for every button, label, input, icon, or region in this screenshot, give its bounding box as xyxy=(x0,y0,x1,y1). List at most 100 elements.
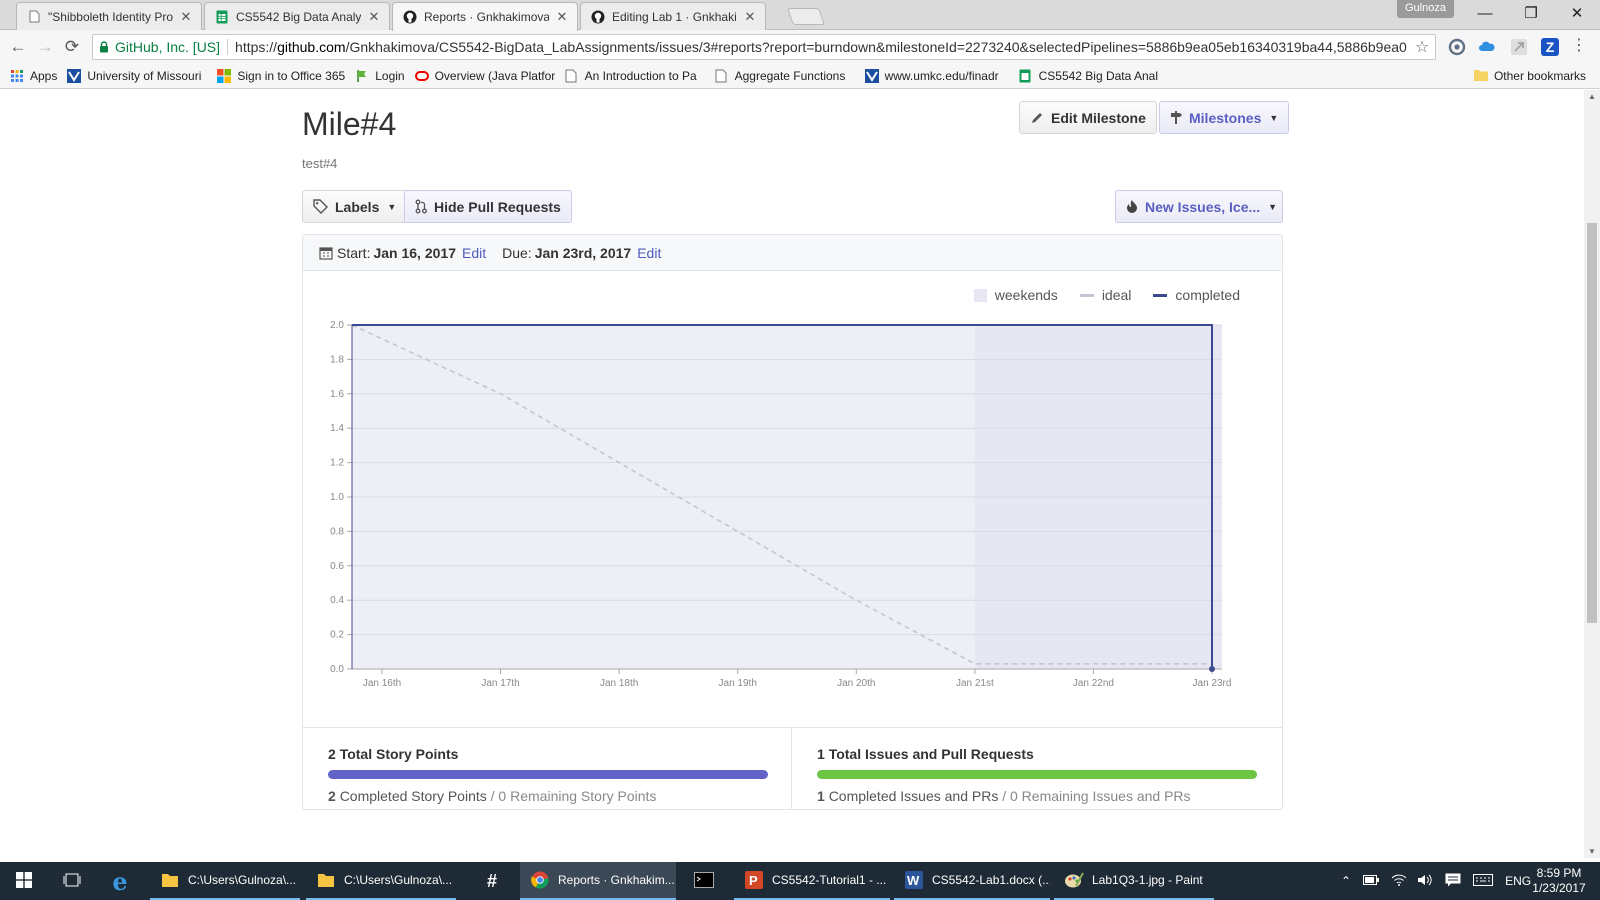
menu-icon[interactable]: ⋮ xyxy=(1570,38,1588,56)
new-tab-button[interactable] xyxy=(786,8,826,25)
bookmark-java-overview[interactable]: Overview (Java Platfor xyxy=(414,69,555,83)
taskbar-paint[interactable]: Lab1Q3-1.jpg - Paint xyxy=(1054,862,1214,900)
close-window-button[interactable]: ✕ xyxy=(1554,0,1600,28)
minimize-button[interactable]: — xyxy=(1462,0,1508,28)
taskbar-label: C:\Users\Gulnoza\... xyxy=(344,873,453,887)
browser-tab-shibboleth[interactable]: "Shibboleth Identity Pro ✕ xyxy=(16,2,202,30)
microsoft-icon xyxy=(217,69,232,83)
oracle-icon xyxy=(414,69,429,83)
close-icon[interactable]: ✕ xyxy=(179,9,193,25)
windows-icon xyxy=(16,871,32,891)
bookmark-cs5542-sheet[interactable]: CS5542 Big Data Anal xyxy=(1019,69,1159,83)
chevron-up-icon[interactable]: ⌃ xyxy=(1341,874,1351,888)
edge-button[interactable]: e xyxy=(96,862,144,900)
bookmark-label: Login xyxy=(375,69,405,83)
bookmark-introduction[interactable]: An Introduction to Pa xyxy=(565,69,705,83)
github-icon xyxy=(403,10,417,24)
hide-pull-requests-button[interactable]: Hide Pull Requests xyxy=(404,190,572,223)
system-clock[interactable]: 8:59 PM 1/23/2017 xyxy=(1526,866,1592,896)
page-content: Mile#4 test#4 Edit Milestone Milestones … xyxy=(0,90,1584,858)
extension-z-icon[interactable]: Z xyxy=(1541,38,1559,56)
milestones-dropdown-button[interactable]: Milestones ▼ xyxy=(1159,101,1290,134)
extension-eye-icon[interactable] xyxy=(1448,38,1466,56)
page-icon xyxy=(565,69,579,83)
bookmark-apps[interactable]: Apps xyxy=(10,69,57,83)
scroll-down-arrow[interactable]: ▼ xyxy=(1584,847,1600,856)
taskbar-cmd-button[interactable] xyxy=(680,862,728,900)
browser-tab-sheets[interactable]: CS5542 Big Data Analytic ✕ xyxy=(204,2,390,30)
labels-dropdown-button[interactable]: Labels ▼ xyxy=(302,190,408,223)
bookmark-university-of-missouri[interactable]: University of Missouri xyxy=(67,69,207,83)
start-button[interactable] xyxy=(0,862,48,900)
pipelines-dropdown-button[interactable]: New Issues, Ice... ▼ xyxy=(1115,190,1283,223)
browser-tab-reports[interactable]: Reports · Gnkhakimova/C ✕ xyxy=(392,2,578,31)
taskbar-explorer-2[interactable]: C:\Users\Gulnoza\... xyxy=(306,862,456,900)
tab-title: CS5542 Big Data Analytic xyxy=(236,9,361,24)
sheets-icon xyxy=(215,10,229,24)
secure-site-label: GitHub, Inc. [US] xyxy=(115,39,221,55)
forward-button[interactable]: → xyxy=(33,35,57,59)
bookmark-star-icon[interactable]: ☆ xyxy=(1409,37,1435,57)
bookmark-login[interactable]: Login xyxy=(355,69,405,83)
wifi-icon[interactable] xyxy=(1391,874,1407,889)
x-tick-label: Jan 19th xyxy=(719,678,757,689)
page-icon xyxy=(715,69,729,83)
story-points-stat: 2 Total Story Points 2 Completed Story P… xyxy=(303,728,792,810)
x-tick-label: Jan 22nd xyxy=(1073,678,1114,689)
profile-name[interactable]: Gulnoza xyxy=(1397,0,1454,18)
extension-arrow-icon[interactable] xyxy=(1510,38,1528,56)
bookmark-label: www.umkc.edu/finadr xyxy=(884,69,999,83)
close-icon[interactable]: ✕ xyxy=(367,9,381,25)
system-tray: ⌃ ENG xyxy=(1341,862,1531,900)
browser-tabstrip: "Shibboleth Identity Pro ✕ CS5542 Big Da… xyxy=(0,0,1600,31)
issues-breakdown: 1 Completed Issues and PRs / 0 Remaining… xyxy=(817,788,1257,804)
address-bar[interactable]: GitHub, Inc. [US] https://github.com/Gnk… xyxy=(92,34,1436,60)
keyboard-icon[interactable] xyxy=(1473,873,1494,889)
bookmarks-bar: Apps University of Missouri Sign in to O… xyxy=(0,64,1600,89)
remaining-story-points: / 0 Remaining Story Points xyxy=(490,788,657,804)
taskbar-chrome[interactable]: Reports · Gnkhakim... xyxy=(520,862,676,900)
other-bookmarks[interactable]: Other bookmarks xyxy=(1473,69,1586,83)
page-scrollbar[interactable]: ▲ ▼ xyxy=(1584,90,1600,858)
total-story-points-label: Total Story Points xyxy=(339,746,459,762)
close-icon[interactable]: ✕ xyxy=(743,9,757,25)
pull-request-icon xyxy=(415,199,427,214)
umkc-icon xyxy=(864,69,879,83)
chevron-down-icon: ▼ xyxy=(1268,201,1278,212)
slack-icon: # xyxy=(486,870,497,891)
bookmark-label: University of Missouri xyxy=(87,69,202,83)
stats-row: 2 Total Story Points 2 Completed Story P… xyxy=(303,727,1282,810)
bookmark-aggregate-functions[interactable]: Aggregate Functions xyxy=(715,69,855,83)
edit-milestone-button[interactable]: Edit Milestone xyxy=(1019,101,1157,134)
taskbar-explorer-1[interactable]: C:\Users\Gulnoza\... xyxy=(150,862,300,900)
taskbar-powerpoint[interactable]: P CS5542-Tutorial1 - ... xyxy=(734,862,890,900)
scroll-thumb[interactable] xyxy=(1587,223,1597,623)
y-tick-label: 0.6 xyxy=(330,561,344,572)
bookmark-label: Apps xyxy=(30,69,58,83)
bookmark-umkc-finadr[interactable]: www.umkc.edu/finadr xyxy=(864,69,1009,83)
volume-icon[interactable] xyxy=(1417,874,1433,889)
taskbar-slack-button[interactable]: # xyxy=(468,862,516,900)
github-icon xyxy=(591,10,605,24)
extension-cloud-icon[interactable] xyxy=(1478,38,1496,56)
reload-button[interactable]: ⟳ xyxy=(60,35,84,59)
battery-icon[interactable] xyxy=(1363,874,1380,888)
hide-pull-requests-label: Hide Pull Requests xyxy=(434,198,561,215)
browser-tab-editing-lab[interactable]: Editing Lab 1 · Gnkhakim ✕ xyxy=(580,2,766,30)
notifications-icon[interactable] xyxy=(1445,873,1461,890)
bookmark-office-365[interactable]: Sign in to Office 365 xyxy=(217,69,345,83)
tab-title: "Shibboleth Identity Pro xyxy=(48,9,173,24)
folder-icon xyxy=(316,870,336,890)
back-button[interactable]: ← xyxy=(6,35,30,59)
restore-button[interactable]: ❐ xyxy=(1508,0,1554,28)
labels-label: Labels xyxy=(335,198,380,215)
taskbar-word[interactable]: W CS5542-Lab1.docx (... xyxy=(894,862,1050,900)
scroll-up-arrow[interactable]: ▲ xyxy=(1584,92,1600,101)
series-completed-point xyxy=(1209,666,1215,672)
clock-date: 1/23/2017 xyxy=(1532,881,1586,895)
url-text[interactable]: https://github.com/Gnkhakimova/CS5542-Bi… xyxy=(235,39,1409,55)
y-tick-label: 1.0 xyxy=(330,492,344,503)
flag-icon xyxy=(355,69,369,83)
close-icon[interactable]: ✕ xyxy=(555,9,569,25)
task-view-button[interactable] xyxy=(48,862,96,900)
